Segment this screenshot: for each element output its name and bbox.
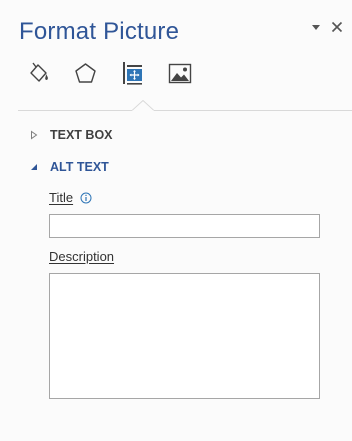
alt-title-input[interactable] <box>49 214 320 238</box>
tab-fill-line[interactable] <box>25 60 52 87</box>
alt-title-label-row: Title <box>49 190 92 205</box>
section-text-box[interactable]: TEXT BOX <box>30 128 113 142</box>
expanded-arrow-icon <box>30 162 42 172</box>
format-picture-pane: Format Picture TEXT BOX ALT TEXT Title D… <box>0 0 352 441</box>
close-icon <box>331 21 343 33</box>
pane-controls <box>309 20 344 34</box>
picture-icon <box>168 63 192 84</box>
close-button[interactable] <box>330 20 344 34</box>
selected-tab-pointer <box>132 100 154 112</box>
task-pane-options-button[interactable] <box>309 20 323 34</box>
tab-size-properties[interactable] <box>119 60 146 87</box>
alt-description-label: Description <box>49 249 115 264</box>
alt-title-label: Title <box>49 190 74 205</box>
section-text-box-label: TEXT BOX <box>50 128 113 142</box>
task-pane-options-icon <box>312 25 320 30</box>
collapsed-arrow-icon <box>30 130 42 140</box>
section-alt-text-label: ALT TEXT <box>50 160 109 174</box>
fill-line-icon <box>30 62 48 82</box>
category-tabs <box>25 60 193 87</box>
tab-picture[interactable] <box>166 60 193 87</box>
size-properties-icon <box>123 62 142 85</box>
info-icon[interactable] <box>80 192 92 204</box>
effects-icon <box>75 63 96 83</box>
tab-separator <box>18 110 352 111</box>
section-alt-text[interactable]: ALT TEXT <box>30 160 109 174</box>
alt-description-input[interactable] <box>49 273 320 399</box>
pane-title: Format Picture <box>19 18 180 45</box>
tab-effects[interactable] <box>72 60 99 87</box>
